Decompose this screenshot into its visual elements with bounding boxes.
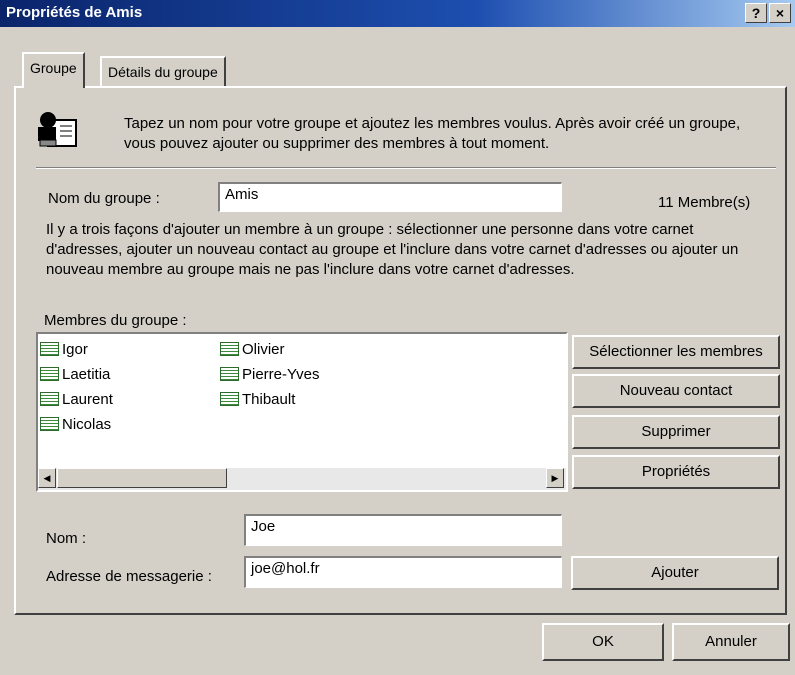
- cancel-button[interactable]: Annuler: [672, 623, 790, 661]
- group-icon: [34, 110, 80, 150]
- close-button[interactable]: ×: [769, 3, 791, 23]
- arrow-right-icon: ▶: [551, 473, 559, 483]
- explanation-text: Il y a trois façons d'ajouter un membre …: [46, 221, 739, 278]
- list-item[interactable]: Olivier: [220, 340, 285, 360]
- scroll-left-button[interactable]: ◀: [38, 468, 56, 488]
- remove-button[interactable]: Supprimer: [572, 415, 780, 449]
- group-name-label: Nom du groupe :: [48, 190, 160, 207]
- group-name-input[interactable]: Amis: [218, 182, 562, 212]
- new-contact-button[interactable]: Nouveau contact: [572, 374, 780, 408]
- contact-card-icon: [220, 342, 239, 356]
- select-members-button[interactable]: Sélectionner les membres: [572, 335, 780, 369]
- ok-button[interactable]: OK: [542, 623, 664, 661]
- scroll-right-button[interactable]: ▶: [546, 468, 564, 488]
- members-label: Membres du groupe :: [44, 312, 187, 329]
- list-item[interactable]: Laurent: [40, 390, 113, 410]
- divider: [36, 167, 776, 169]
- email-label: Adresse de messagerie :: [46, 568, 212, 585]
- list-item[interactable]: Thibault: [220, 390, 295, 410]
- list-item[interactable]: Pierre-Yves: [220, 365, 320, 385]
- title-bar: Propriétés de Amis ? ×: [0, 0, 795, 27]
- members-list[interactable]: Igor Laetitia Laurent Nicolas Olivier Pi…: [36, 332, 568, 492]
- tab-panel: Tapez un nom pour votre groupe et ajoute…: [14, 86, 787, 615]
- contact-card-icon: [40, 367, 59, 381]
- tab-groupe[interactable]: Groupe: [22, 52, 85, 88]
- contact-card-icon: [40, 342, 59, 356]
- contact-card-icon: [40, 417, 59, 431]
- intro-text: Tapez un nom pour votre groupe et ajoute…: [124, 115, 741, 152]
- name-label: Nom :: [46, 530, 87, 547]
- contact-card-icon: [220, 367, 239, 381]
- scroll-thumb[interactable]: [57, 468, 227, 488]
- list-item[interactable]: Igor: [40, 340, 88, 360]
- help-button[interactable]: ?: [745, 3, 767, 23]
- add-button[interactable]: Ajouter: [571, 556, 779, 590]
- member-count: 11 Membre(s): [658, 194, 751, 211]
- list-item[interactable]: Laetitia: [40, 365, 110, 385]
- name-input[interactable]: Joe: [244, 514, 562, 546]
- window-title: Propriétés de Amis: [6, 4, 143, 21]
- horizontal-scrollbar[interactable]: ◀ ▶: [38, 468, 566, 490]
- list-item[interactable]: Nicolas: [40, 415, 111, 435]
- arrow-left-icon: ◀: [43, 473, 51, 483]
- contact-card-icon: [40, 392, 59, 406]
- properties-button[interactable]: Propriétés: [572, 455, 780, 489]
- tab-details-du-groupe[interactable]: Détails du groupe: [100, 56, 226, 86]
- contact-card-icon: [220, 392, 239, 406]
- email-input[interactable]: joe@hol.fr: [244, 556, 562, 588]
